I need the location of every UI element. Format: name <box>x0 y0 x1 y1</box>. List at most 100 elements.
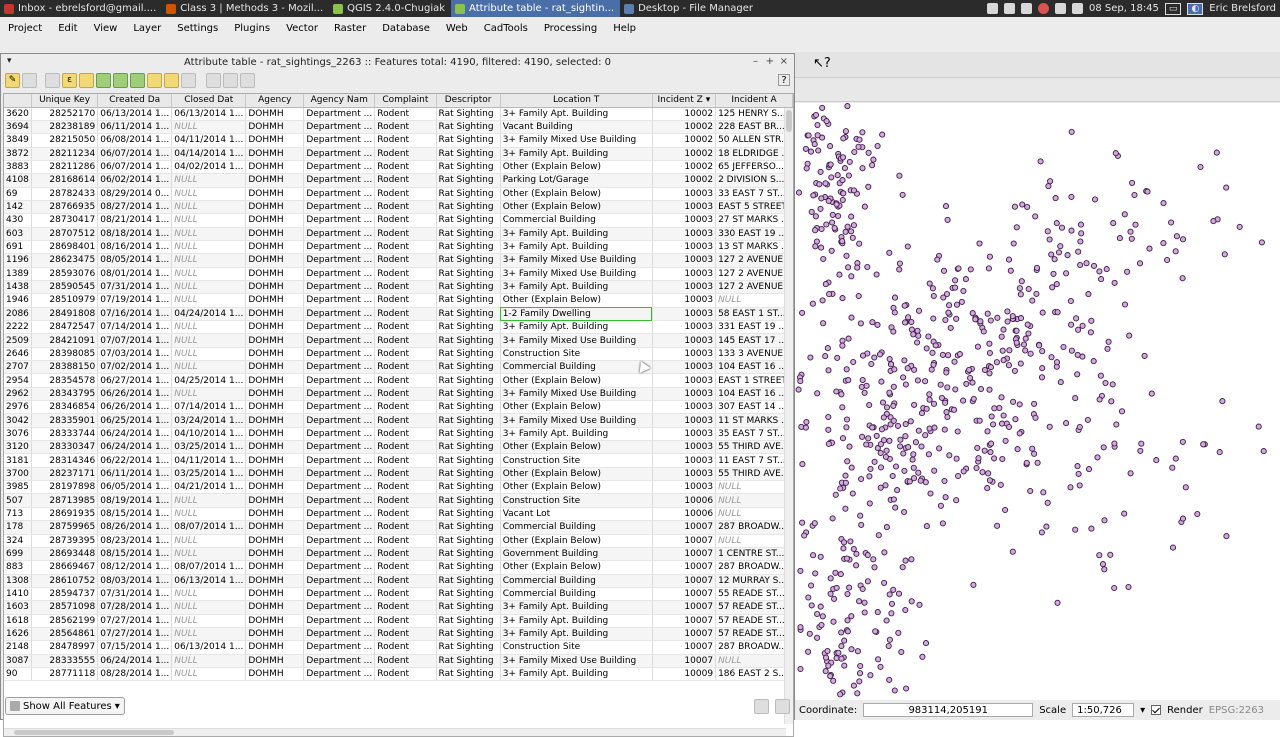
table-cell[interactable]: 28590545 <box>31 280 99 295</box>
row-header-corner[interactable] <box>4 94 32 108</box>
table-cell[interactable]: Rat Sighting <box>436 120 501 135</box>
table-cell[interactable]: 55 THIRD AVE... <box>715 467 793 482</box>
table-cell[interactable]: Department ... <box>303 387 376 402</box>
table-cell[interactable]: 287 BROADW... <box>715 520 793 535</box>
table-cell[interactable]: 11 EAST 7 ST... <box>715 453 793 468</box>
table-row[interactable]: 1603 28571098 07/28/2014 1... NULL DOHMH Depa… <box>4 600 793 615</box>
menu-vector[interactable]: Vector <box>278 23 326 34</box>
table-cell[interactable]: 28562199 <box>31 614 99 628</box>
table-row[interactable]: 1410 28594737 07/31/2014 1... NULL DOHMH Depa… <box>4 587 793 602</box>
table-cell[interactable]: 04/24/2014 1... <box>171 307 247 322</box>
table-cell[interactable]: Construction Site <box>500 640 653 655</box>
table-row[interactable]: 2509 28421091 07/07/2014 1... NULL DOHMH Depa… <box>4 333 793 348</box>
user-icon[interactable]: ◐ <box>1187 2 1204 15</box>
table-cell[interactable]: Rodent <box>374 587 437 602</box>
table-cell[interactable]: Rodent <box>374 333 437 348</box>
table-row[interactable]: 2222 28472547 07/14/2014 1... NULL DOHMH Depa… <box>4 320 793 335</box>
table-cell[interactable]: 28693448 <box>31 547 99 562</box>
table-row[interactable]: 2148 28478997 07/15/2014 1... 06/13/2014 1.… <box>4 640 793 655</box>
table-cell[interactable]: Commercial Building <box>500 520 653 535</box>
table-cell[interactable]: 08/05/2014 1... <box>97 253 173 268</box>
row-header[interactable]: 2962 <box>4 387 32 402</box>
select-by-expression-icon[interactable]: ε <box>62 72 77 88</box>
menu-plugins[interactable]: Plugins <box>226 23 278 34</box>
table-cell[interactable]: Rodent <box>374 600 437 615</box>
row-header[interactable]: 69 <box>4 187 32 201</box>
table-row[interactable]: 4108 28168614 06/02/2014 1... NULL DOHMH Depa… <box>4 173 793 188</box>
table-cell[interactable]: 07/15/2014 1... <box>97 640 173 655</box>
table-cell[interactable]: 06/13/2014 1... <box>171 640 247 655</box>
table-cell[interactable]: 07/02/2014 1... <box>97 360 173 375</box>
table-cell[interactable]: Government Building <box>500 547 653 562</box>
table-cell[interactable]: 10003 <box>652 347 717 362</box>
table-cell[interactable]: 28713985 <box>31 493 99 508</box>
horizontal-scrollbar[interactable] <box>4 728 786 736</box>
table-cell[interactable]: Department ... <box>303 160 376 175</box>
table-cell[interactable]: 04/25/2014 1... <box>171 373 247 388</box>
table-cell[interactable]: 10007 <box>652 574 717 588</box>
table-cell[interactable]: DOHMH <box>245 347 305 362</box>
table-cell[interactable]: 10003 <box>652 253 717 268</box>
table-cell[interactable]: 55 READE ST... <box>715 587 793 602</box>
table-cell[interactable]: EAST 5 STREET <box>715 200 793 215</box>
table-cell[interactable]: Department ... <box>303 333 376 348</box>
table-cell[interactable]: 10003 <box>652 333 717 348</box>
table-cell[interactable]: 10002 <box>652 173 717 188</box>
row-header[interactable]: 3700 <box>4 467 32 482</box>
row-header[interactable]: 3694 <box>4 120 32 135</box>
row-header[interactable]: 3849 <box>4 133 32 148</box>
table-cell[interactable]: DOHMH <box>245 600 305 615</box>
row-header[interactable]: 2976 <box>4 400 32 415</box>
table-cell[interactable]: 07/31/2014 1... <box>97 587 173 602</box>
table-cell[interactable]: Rodent <box>374 360 437 375</box>
table-cell[interactable]: DOHMH <box>245 307 305 322</box>
row-header[interactable]: 430 <box>4 213 32 228</box>
scrollbar-thumb[interactable] <box>786 110 792 132</box>
table-cell[interactable]: 58 EAST 1 ST... <box>715 307 793 322</box>
table-cell[interactable]: Rat Sighting <box>436 280 501 295</box>
table-cell[interactable]: 10003 <box>652 280 717 295</box>
table-cell[interactable]: NULL <box>171 320 247 335</box>
menu-view[interactable]: View <box>86 23 126 34</box>
table-cell[interactable]: 228 EAST BR... <box>715 120 793 135</box>
row-header[interactable]: 507 <box>4 493 32 508</box>
table-cell[interactable]: Rat Sighting <box>436 480 501 495</box>
table-cell[interactable]: Department ... <box>303 534 376 548</box>
table-cell[interactable]: Rodent <box>374 453 437 468</box>
table-cell[interactable]: Construction Site <box>500 347 653 362</box>
table-cell[interactable]: DOHMH <box>245 213 305 228</box>
table-cell[interactable]: Department ... <box>303 133 376 148</box>
table-cell[interactable]: 3+ Family Apt. Building <box>500 627 653 642</box>
table-cell[interactable]: DOHMH <box>245 614 305 628</box>
table-cell[interactable]: Rodent <box>374 427 437 442</box>
table-cell[interactable]: 3+ Family Apt. Building <box>500 147 653 161</box>
table-cell[interactable]: 08/07/2014 1... <box>171 560 247 575</box>
table-cell[interactable]: 28766935 <box>31 200 99 215</box>
table-cell[interactable]: 10007 <box>652 560 717 575</box>
table-cell[interactable]: 07/28/2014 1... <box>97 600 173 615</box>
table-cell[interactable]: Rat Sighting <box>436 440 501 455</box>
table-cell[interactable]: Rat Sighting <box>436 520 501 535</box>
table-cell[interactable]: 06/26/2014 1... <box>97 400 173 415</box>
scrollbar-thumb[interactable] <box>14 730 174 735</box>
table-cell[interactable]: DOHMH <box>245 227 305 241</box>
table-cell[interactable]: DOHMH <box>245 560 305 575</box>
table-cell[interactable]: 13 ST MARKS ... <box>715 240 793 255</box>
table-cell[interactable]: DOHMH <box>245 373 305 388</box>
table-cell[interactable]: DOHMH <box>245 667 305 682</box>
row-header[interactable]: 3120 <box>4 440 32 455</box>
table-cell[interactable]: 06/22/2014 1... <box>97 453 173 468</box>
table-cell[interactable]: Department ... <box>303 574 376 588</box>
scale-combo[interactable]: 1:50,726 <box>1072 703 1135 717</box>
table-cell[interactable]: 10006 <box>652 493 717 508</box>
table-cell[interactable]: 08/18/2014 1... <box>97 227 173 241</box>
table-cell[interactable]: Department ... <box>303 120 376 135</box>
table-cell[interactable]: 04/10/2014 1... <box>171 427 247 442</box>
table-cell[interactable]: 10007 <box>652 640 717 655</box>
toggle-editing-icon[interactable]: ✎ <box>5 72 20 88</box>
table-cell[interactable]: Department ... <box>303 493 376 508</box>
table-cell[interactable]: 3+ Family Mixed Use Building <box>500 387 653 402</box>
table-row[interactable]: 713 28691935 08/15/2014 1... NULL DOHMH Depar… <box>4 507 793 522</box>
table-cell[interactable]: 10003 <box>652 293 717 308</box>
table-cell[interactable]: 08/01/2014 1... <box>97 267 173 281</box>
